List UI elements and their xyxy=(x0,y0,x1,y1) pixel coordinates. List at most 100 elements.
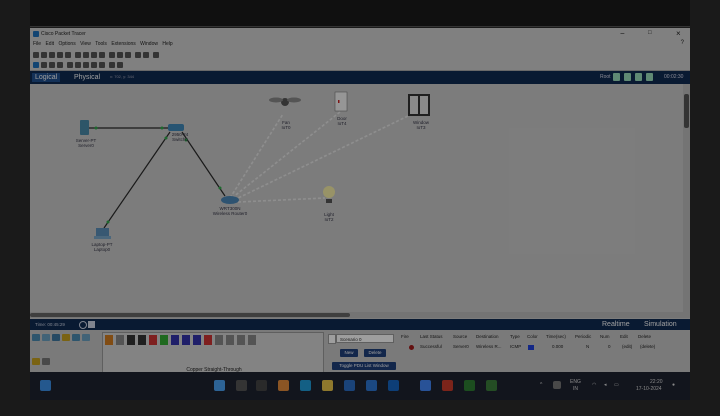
palette-icon[interactable] xyxy=(135,52,141,58)
volume-icon[interactable]: ◂ xyxy=(604,382,607,388)
chrome-icon[interactable] xyxy=(420,380,431,391)
components-icon[interactable] xyxy=(52,334,60,341)
cluster-icon[interactable] xyxy=(635,73,642,81)
octal-cable-icon[interactable] xyxy=(204,335,212,345)
note-icon[interactable] xyxy=(67,62,73,68)
phone-cable-icon[interactable] xyxy=(160,335,168,345)
wireless-cable-icon[interactable] xyxy=(237,335,245,345)
zoom-reset-icon[interactable] xyxy=(117,52,123,58)
pdu-delete[interactable]: (delete) xyxy=(640,344,655,349)
copy-icon[interactable] xyxy=(75,52,81,58)
save-icon[interactable] xyxy=(49,52,55,58)
cloud-icon[interactable] xyxy=(553,381,561,389)
inspect-icon[interactable] xyxy=(41,62,47,68)
copper-straight-icon[interactable] xyxy=(127,335,135,345)
horizontal-scroll-thumb[interactable] xyxy=(30,313,350,317)
tab-logical[interactable]: Logical xyxy=(32,73,61,82)
usb-cable-icon[interactable] xyxy=(226,335,234,345)
close-icon[interactable]: × xyxy=(676,29,681,38)
serial-dce-icon[interactable] xyxy=(182,335,190,345)
menu-file[interactable]: File xyxy=(33,41,41,47)
multiuser-icon[interactable] xyxy=(82,334,90,341)
custom-device-icon[interactable] xyxy=(143,52,149,58)
taskbar-time[interactable]: 22:20 xyxy=(650,379,663,385)
freeform-icon[interactable] xyxy=(99,62,105,68)
open-file-icon[interactable] xyxy=(41,52,47,58)
mail-icon[interactable] xyxy=(366,380,377,391)
delete-button[interactable]: Delete xyxy=(364,349,386,357)
paste-icon[interactable] xyxy=(83,52,89,58)
search-icon[interactable] xyxy=(236,380,247,391)
language-indicator[interactable]: ENG xyxy=(570,379,581,385)
misc-icon[interactable] xyxy=(72,334,80,341)
root-label[interactable]: Root xyxy=(600,74,611,80)
coaxial-icon[interactable] xyxy=(171,335,179,345)
copper-cross-icon[interactable] xyxy=(138,335,146,345)
pdu-fire-icon[interactable] xyxy=(409,345,414,350)
start-icon[interactable] xyxy=(214,380,225,391)
new-button[interactable]: New xyxy=(340,349,358,357)
subcategory-icon[interactable] xyxy=(42,358,50,365)
end-devices-icon[interactable] xyxy=(42,334,50,341)
pdu-edit[interactable]: (edit) xyxy=(622,344,632,349)
power-cycle-icon[interactable] xyxy=(79,321,87,329)
fast-forward-icon[interactable] xyxy=(88,321,95,328)
serial-dte-icon[interactable] xyxy=(193,335,201,345)
toggle-pdu-list-button[interactable]: Toggle PDU List Window xyxy=(332,362,396,370)
horizontal-scrollbar[interactable] xyxy=(30,312,690,318)
draw-ellipse-icon[interactable] xyxy=(91,62,97,68)
print-icon[interactable] xyxy=(57,52,63,58)
grid-icon[interactable] xyxy=(646,73,653,81)
minimize-icon[interactable]: − xyxy=(620,29,625,38)
vertical-scroll-thumb[interactable] xyxy=(684,94,689,128)
redo-icon[interactable] xyxy=(99,52,105,58)
add-complex-pdu-icon[interactable] xyxy=(117,62,123,68)
packet-tracer-icon[interactable] xyxy=(486,380,497,391)
scenario-select[interactable]: Scenario 0 xyxy=(336,334,394,343)
menu-window[interactable]: Window xyxy=(140,41,158,47)
vertical-scrollbar[interactable] xyxy=(683,84,690,312)
logical-workspace[interactable]: Server-PT Server0 2950-24 Switch0 Laptop-P… xyxy=(30,84,683,312)
file-explorer-icon[interactable] xyxy=(322,380,333,391)
cable-extra-icon[interactable] xyxy=(248,335,256,345)
copilot-icon[interactable] xyxy=(278,380,289,391)
activity-wizard-icon[interactable] xyxy=(65,52,71,58)
fiber-icon[interactable] xyxy=(149,335,157,345)
console-cable-icon[interactable] xyxy=(116,335,124,345)
tab-physical[interactable]: Physical xyxy=(74,73,100,82)
menu-tools[interactable]: Tools xyxy=(95,41,107,47)
lightning-icon[interactable] xyxy=(32,358,40,365)
scenario-info-icon[interactable] xyxy=(328,334,336,344)
store-icon[interactable] xyxy=(344,380,355,391)
simulation-mode[interactable]: Simulation xyxy=(644,321,677,328)
network-info-icon[interactable] xyxy=(153,52,159,58)
battery-icon[interactable]: ▭ xyxy=(614,382,619,388)
widgets-icon[interactable] xyxy=(40,380,51,391)
zoom-in-icon[interactable] xyxy=(109,52,115,58)
menu-view[interactable]: View xyxy=(80,41,91,47)
draw-rect-icon[interactable] xyxy=(83,62,89,68)
word-icon[interactable] xyxy=(388,380,399,391)
menu-options[interactable]: Options xyxy=(58,41,75,47)
zoom-out-icon[interactable] xyxy=(125,52,131,58)
delete-icon[interactable] xyxy=(49,62,55,68)
notifications-icon[interactable]: ● xyxy=(672,382,675,388)
menu-help[interactable]: Help xyxy=(162,41,172,47)
realtime-mode[interactable]: Realtime xyxy=(602,321,630,328)
maximize-icon[interactable]: □ xyxy=(648,30,652,36)
task-view-icon[interactable] xyxy=(256,380,267,391)
network-devices-icon[interactable] xyxy=(32,334,40,341)
select-icon[interactable] xyxy=(33,62,39,68)
menu-extensions[interactable]: Extensions xyxy=(111,41,135,47)
taskbar-date[interactable]: 17-10-2024 xyxy=(636,386,662,392)
menu-edit[interactable]: Edit xyxy=(45,41,54,47)
mcafee-icon[interactable] xyxy=(442,380,453,391)
help-question-icon[interactable]: ? xyxy=(681,40,684,46)
resize-icon[interactable] xyxy=(57,62,63,68)
iot-cable-icon[interactable] xyxy=(215,335,223,345)
draw-line-icon[interactable] xyxy=(75,62,81,68)
connections-icon[interactable] xyxy=(62,334,70,341)
tray-chevron-icon[interactable]: ^ xyxy=(540,382,542,388)
viewport-icon[interactable] xyxy=(613,73,620,81)
wifi-icon[interactable]: ◠ xyxy=(592,382,596,388)
